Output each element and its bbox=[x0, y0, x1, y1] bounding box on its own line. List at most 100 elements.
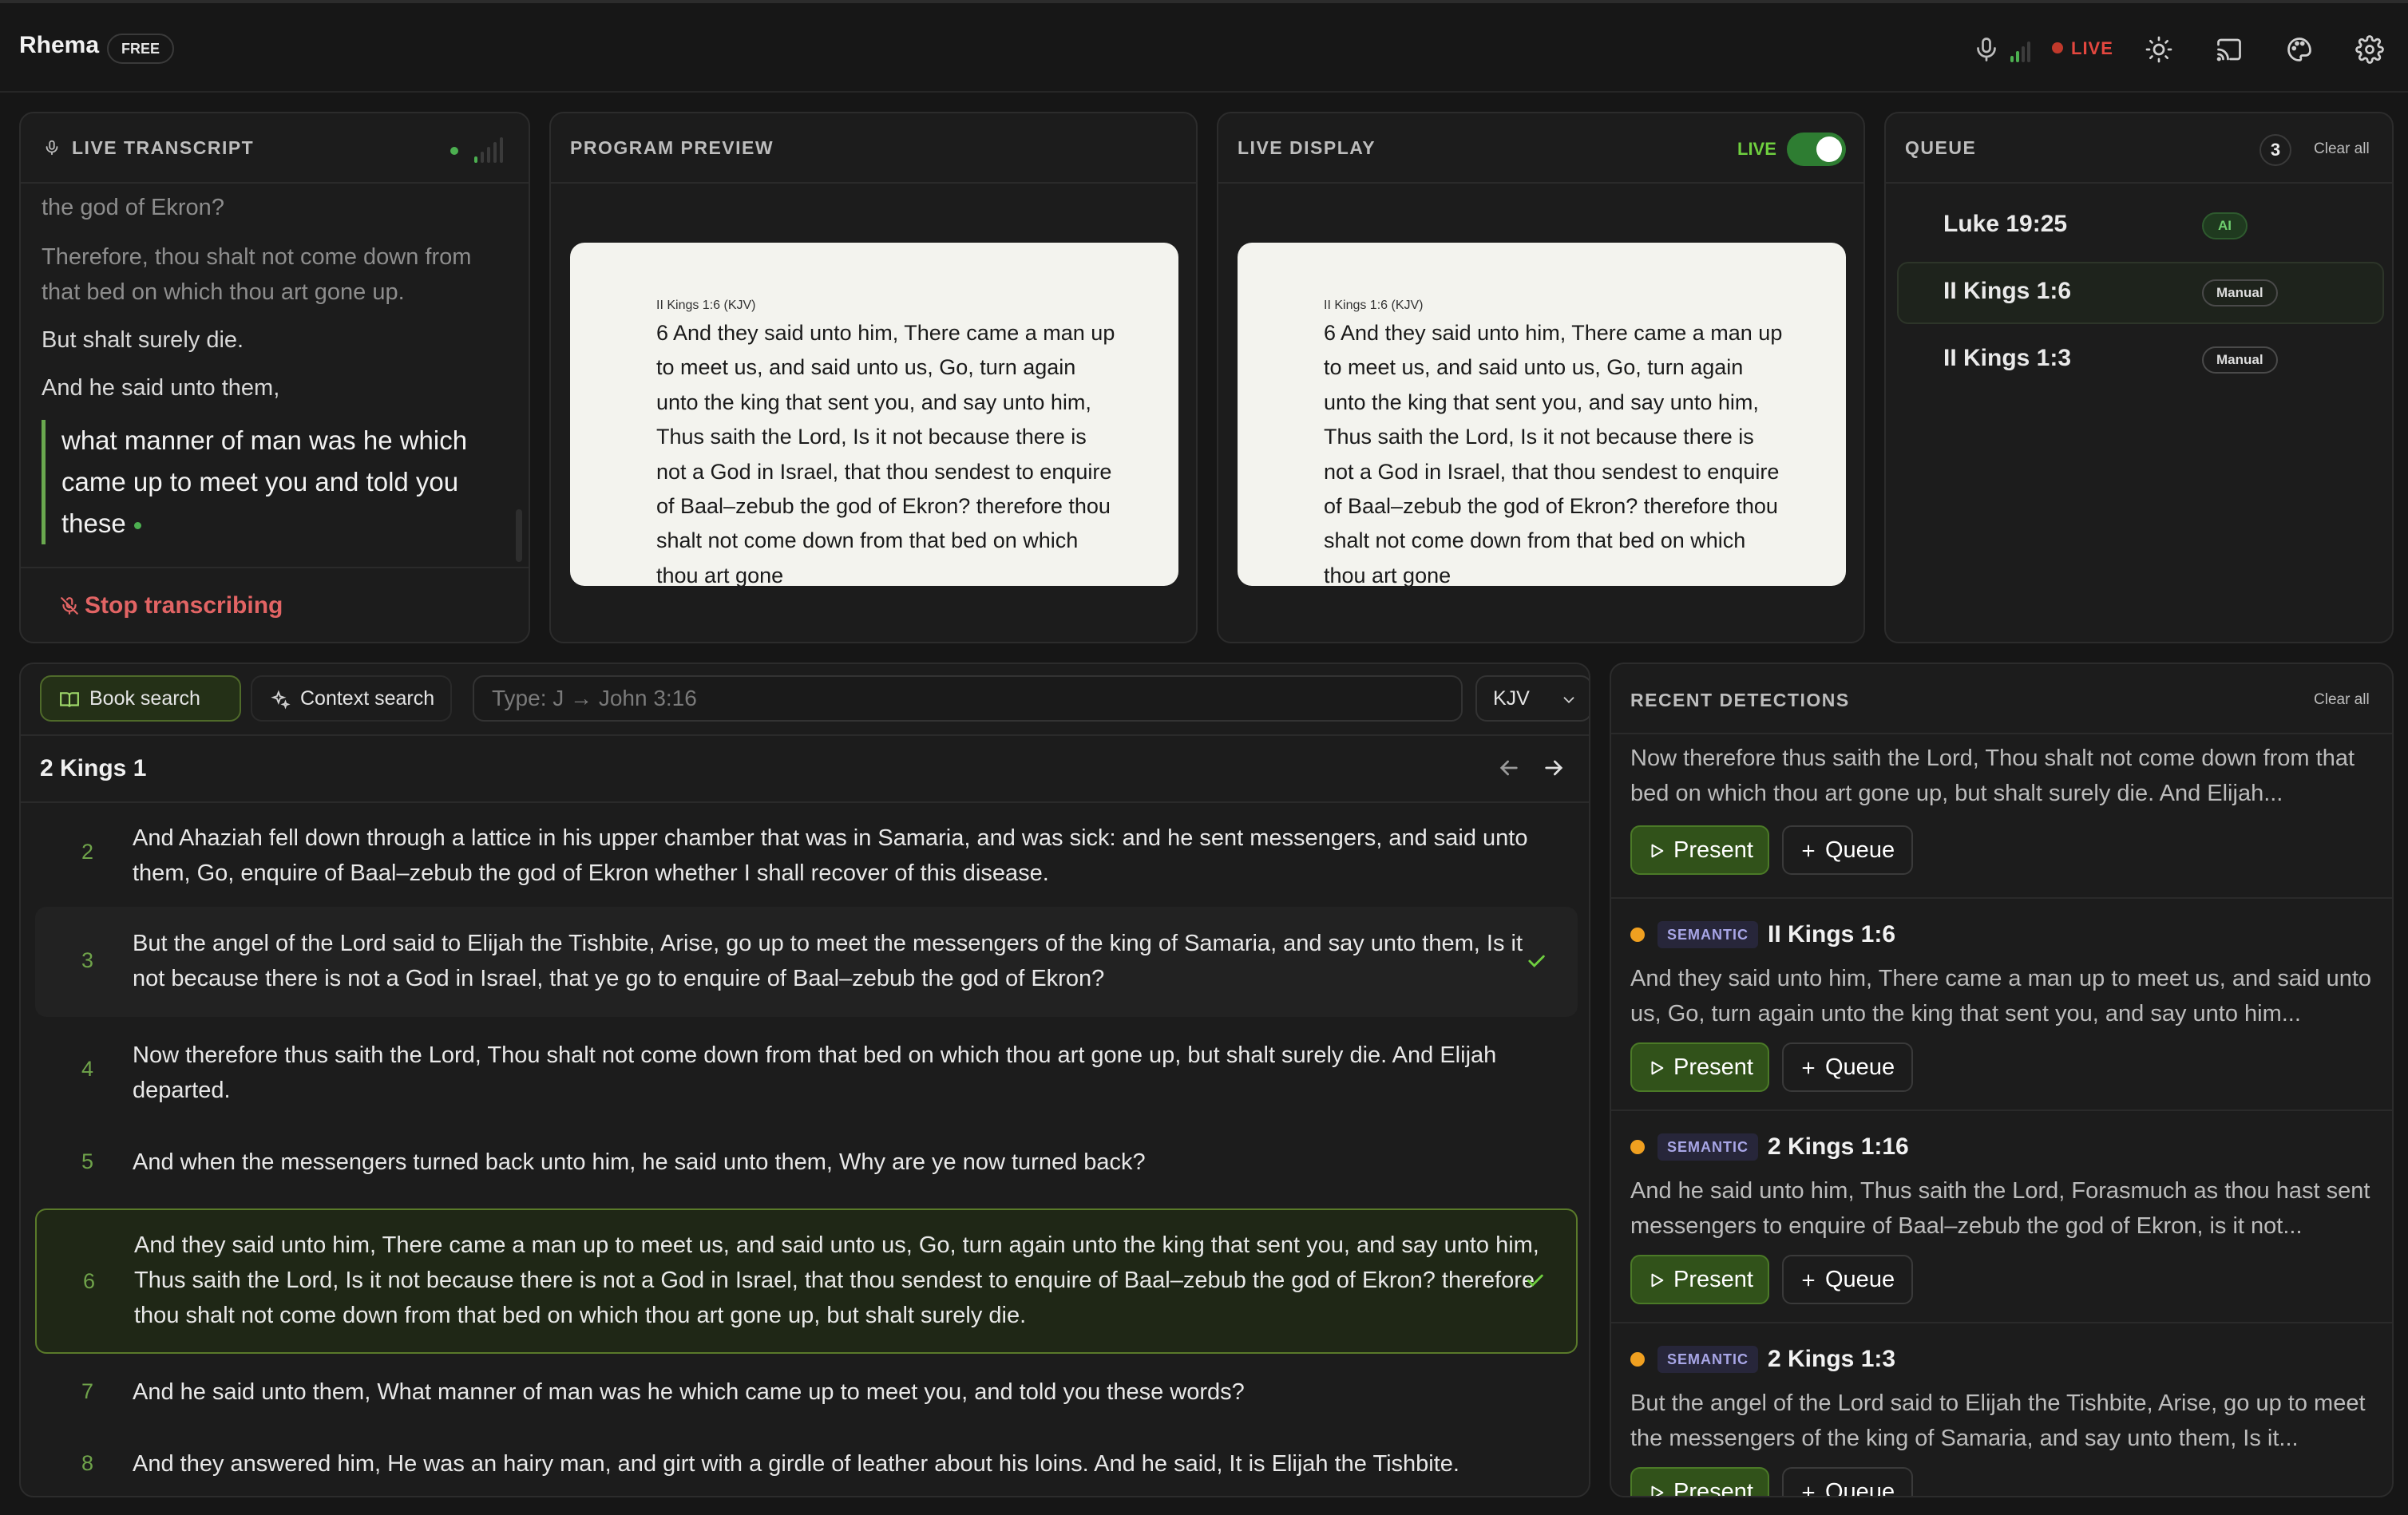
check-icon bbox=[1527, 1274, 1543, 1287]
live-display-header: LIVE DISPLAY LIVE bbox=[1218, 113, 1863, 184]
palette-icon[interactable] bbox=[2285, 35, 2314, 64]
slide-reference: II Kings 1:6 (KJV) bbox=[1324, 299, 1424, 312]
queue-item-tag: Manual bbox=[2202, 279, 2278, 307]
next-chapter-icon[interactable] bbox=[1541, 755, 1566, 781]
verse-row[interactable]: 2 And Ahaziah fell down through a lattic… bbox=[35, 806, 1578, 902]
detection-type-badge: SEMANTIC bbox=[1657, 921, 1758, 948]
verse-text: Now therefore thus saith the Lord, Thou … bbox=[133, 1042, 1497, 1103]
queue-button[interactable]: Queue bbox=[1782, 1467, 1913, 1496]
transcript-scrollbar[interactable] bbox=[516, 509, 522, 562]
verse-row[interactable]: 4 Now therefore thus saith the Lord, Tho… bbox=[35, 1023, 1578, 1119]
version-label: KJV bbox=[1493, 687, 1530, 710]
detection-type-badge: SEMANTIC bbox=[1657, 1133, 1758, 1161]
detections-clear-all-button[interactable]: Clear all bbox=[2314, 691, 2370, 709]
detection-reference: 2 Kings 1:3 bbox=[1768, 1346, 1896, 1372]
app-title: Rhema bbox=[19, 32, 100, 58]
previous-chapter-icon[interactable] bbox=[1496, 755, 1522, 781]
queue-button[interactable]: Queue bbox=[1782, 825, 1913, 875]
sparkles-icon bbox=[271, 690, 291, 710]
present-button[interactable]: Present bbox=[1630, 825, 1769, 875]
play-icon bbox=[1651, 1273, 1664, 1288]
present-button[interactable]: Present bbox=[1630, 1255, 1769, 1304]
present-button[interactable]: Present bbox=[1630, 1467, 1769, 1496]
slide-reference: II Kings 1:6 (KJV) bbox=[656, 299, 756, 312]
queue-panel: QUEUE 3 Clear all Luke 19:25 AI II Kings… bbox=[1884, 112, 2394, 643]
verse-text: But the angel of the Lord said to Elijah… bbox=[133, 931, 1523, 991]
live-indicator: LIVE bbox=[2052, 38, 2113, 59]
stop-row: Stop transcribing bbox=[21, 567, 529, 642]
play-icon bbox=[1651, 1485, 1664, 1496]
queue-item-ref: Luke 19:25 bbox=[1943, 211, 2068, 237]
detection-reference: II Kings 1:6 bbox=[1768, 921, 1896, 947]
queue-button[interactable]: Queue bbox=[1782, 1042, 1913, 1092]
verse-row[interactable]: 8 And they answered him, He was an hairy… bbox=[35, 1430, 1578, 1496]
verse-row[interactable]: 5 And when the messengers turned back un… bbox=[35, 1125, 1578, 1199]
verse-text: And when the messengers turned back unto… bbox=[133, 1149, 1146, 1175]
book-search-tab[interactable]: Book search bbox=[40, 675, 241, 722]
live-transcript-panel: LIVE TRANSCRIPT the god of Ekron? Theref… bbox=[19, 112, 530, 643]
queue-item[interactable]: II Kings 1:3 Manual bbox=[1897, 329, 2384, 391]
queue-item-tag: Manual bbox=[2202, 346, 2278, 374]
live-display-title: LIVE DISPLAY bbox=[1238, 137, 1376, 158]
top-bar: Rhema FREE LIVE bbox=[0, 0, 2408, 93]
verse-number: 8 bbox=[81, 1451, 94, 1475]
microphone-icon bbox=[46, 140, 58, 156]
stop-transcribing-button[interactable]: Stop transcribing bbox=[85, 592, 283, 619]
queue-item-ref: II Kings 1:6 bbox=[1943, 278, 2072, 304]
signal-meter-icon bbox=[2010, 38, 2034, 62]
live-toggle[interactable] bbox=[1787, 133, 1846, 166]
plus-icon bbox=[1802, 1486, 1815, 1496]
preview-title: PROGRAM PREVIEW bbox=[570, 137, 774, 158]
verse-row[interactable]: 3 But the angel of the Lord said to Elij… bbox=[35, 907, 1578, 1017]
bible-version-select[interactable]: KJV bbox=[1475, 675, 1589, 722]
detection-text: Now therefore thus saith the Lord, Thou … bbox=[1630, 746, 2355, 806]
plus-icon bbox=[1802, 1274, 1815, 1287]
cast-icon[interactable] bbox=[2215, 35, 2244, 64]
detection-item: SEMANTIC 2 Kings 1:16 And he said unto h… bbox=[1611, 1111, 2392, 1323]
queue-title: QUEUE bbox=[1905, 137, 1977, 158]
detection-confidence-dot bbox=[1630, 928, 1645, 942]
preview-slide[interactable]: II Kings 1:6 (KJV) 6 And they said unto … bbox=[570, 243, 1178, 586]
program-preview-panel: PROGRAM PREVIEW II Kings 1:6 (KJV) 6 And… bbox=[549, 112, 1198, 643]
detection-confidence-dot bbox=[1630, 1352, 1645, 1367]
book-icon bbox=[60, 692, 79, 707]
transcript-line: But shalt surely die. bbox=[42, 327, 244, 353]
transcript-line: that bed on which thou art gone up. bbox=[42, 279, 405, 305]
transcript-line: And he said unto them, bbox=[42, 375, 280, 401]
queue-button[interactable]: Queue bbox=[1782, 1255, 1913, 1304]
live-slide[interactable]: II Kings 1:6 (KJV) 6 And they said unto … bbox=[1238, 243, 1846, 586]
queue-clear-all-button[interactable]: Clear all bbox=[2314, 140, 2370, 158]
context-search-label: Context search bbox=[300, 687, 435, 710]
queue-count-badge: 3 bbox=[2259, 134, 2291, 166]
microphone-icon[interactable] bbox=[1972, 35, 2001, 64]
detections-title: RECENT DETECTIONS bbox=[1630, 690, 1850, 710]
recent-detections-panel: RECENT DETECTIONS Clear all Now therefor… bbox=[1610, 663, 2394, 1497]
chapter-header: 2 Kings 1 bbox=[21, 734, 1589, 803]
preview-header: PROGRAM PREVIEW bbox=[551, 113, 1196, 184]
mic-level-meter bbox=[450, 136, 514, 163]
sun-icon[interactable] bbox=[2145, 35, 2173, 64]
verse-row-live[interactable]: 6 And they said unto him, There came a m… bbox=[35, 1208, 1578, 1354]
listening-dot bbox=[133, 521, 141, 529]
context-search-tab[interactable]: Context search bbox=[251, 675, 452, 722]
gear-icon[interactable] bbox=[2355, 35, 2384, 64]
play-icon bbox=[1651, 844, 1664, 858]
mic-off-icon bbox=[61, 597, 78, 615]
detection-item: SEMANTIC II Kings 1:6 And they said unto… bbox=[1611, 899, 2392, 1111]
plus-icon bbox=[1802, 845, 1815, 857]
verse-row[interactable]: 7 And he said unto them, What manner of … bbox=[35, 1360, 1578, 1424]
detections-header: RECENT DETECTIONS Clear all bbox=[1611, 664, 2392, 734]
check-icon bbox=[1528, 955, 1545, 967]
verse-text: And Ahaziah fell down through a lattice … bbox=[133, 825, 1528, 886]
verse-number: 7 bbox=[81, 1379, 94, 1403]
queue-item[interactable]: Luke 19:25 AI bbox=[1897, 195, 2384, 257]
chevron-down-icon bbox=[1563, 697, 1574, 704]
play-icon bbox=[1651, 1061, 1664, 1075]
chapter-title: 2 Kings 1 bbox=[40, 755, 147, 781]
verse-text: And they said unto him, There came a man… bbox=[134, 1232, 1539, 1328]
detection-item: Now therefore thus saith the Lord, Thou … bbox=[1611, 734, 2392, 899]
verse-search-input[interactable]: Type: J → John 3:16 bbox=[473, 675, 1463, 722]
queue-item[interactable]: II Kings 1:6 Manual bbox=[1897, 262, 2384, 324]
present-button[interactable]: Present bbox=[1630, 1042, 1769, 1092]
queue-item-tag: AI bbox=[2202, 212, 2248, 239]
